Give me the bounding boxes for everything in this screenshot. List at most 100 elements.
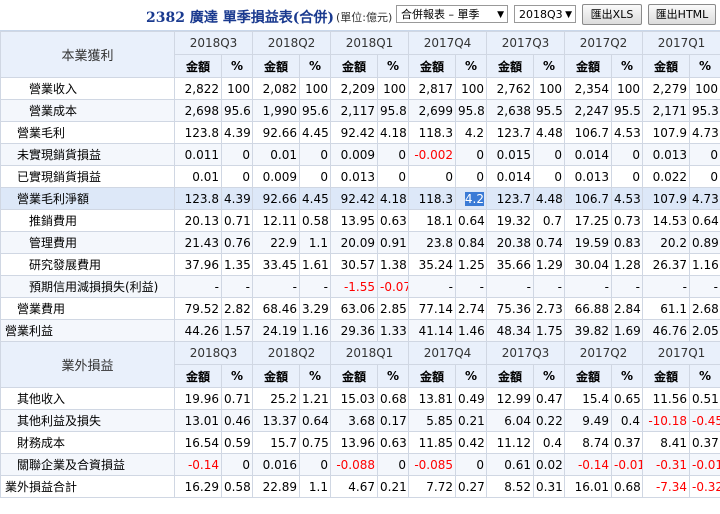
table-cell: 0.75: [299, 431, 331, 454]
cell-value: 2,171: [652, 103, 687, 118]
table-cell: 1.21: [299, 387, 331, 410]
cell-value: -0.45: [692, 413, 720, 428]
cell-value: 0.51: [692, 391, 719, 406]
table-cell: 19.32: [486, 209, 534, 232]
cell-value: 1.16: [692, 257, 719, 272]
cell-value: 92.42: [340, 191, 375, 206]
cell-value: 46.76: [652, 323, 687, 338]
export-html-button[interactable]: 匯出HTML: [648, 4, 716, 25]
period-header[interactable]: 2018Q1: [330, 341, 409, 365]
table-cell: 0.42: [455, 431, 487, 454]
table-cell: 63.06: [330, 297, 378, 320]
cell-value: 95.6: [302, 103, 329, 118]
period-header[interactable]: 2017Q2: [564, 31, 643, 55]
period-header[interactable]: 2017Q4: [408, 31, 487, 55]
cell-value: 4.18: [380, 191, 407, 206]
cell-value: -: [323, 279, 328, 294]
table-cell: 75.36: [486, 297, 534, 320]
period-header[interactable]: 2017Q3: [486, 31, 565, 55]
table-cell: 0.74: [533, 231, 565, 254]
table-cell: 4.48: [533, 121, 565, 144]
row-label: 營業利益: [0, 319, 175, 342]
table-cell: 1.46: [455, 319, 487, 342]
cell-value: 2,279: [652, 81, 687, 96]
table-row: 其他收入 19.96 0.71 25.2 1.21 15.03 0.68 13.81 0.49 1…: [0, 387, 720, 410]
section-title: 業外損益: [0, 341, 175, 388]
table-cell: 4.53: [611, 121, 643, 144]
cell-value: 8.52: [504, 479, 531, 494]
table-cell: 0.71: [221, 387, 253, 410]
table-cell: 61.1: [642, 297, 690, 320]
cell-value: -0.01: [614, 457, 643, 472]
table-cell: 100: [221, 77, 253, 100]
amount-header: 金額: [642, 364, 690, 388]
period-header[interactable]: 2018Q2: [252, 341, 331, 365]
period-header[interactable]: 2017Q1: [642, 341, 720, 365]
cell-value: -0.01: [692, 457, 720, 472]
amount-header: 金額: [564, 364, 612, 388]
table-cell: 123.7: [486, 121, 534, 144]
cell-value: 77.14: [418, 301, 453, 316]
table-cell: 0.64: [299, 409, 331, 432]
cell-value: 0.21: [458, 413, 485, 428]
table-cell: 1.28: [611, 253, 643, 276]
cell-value: 29.36: [340, 323, 375, 338]
cell-value: 0.71: [224, 391, 251, 406]
row-label: 已實現銷貨損益: [0, 165, 175, 188]
table-cell: 0.84: [455, 231, 487, 254]
table-cell: 0.63: [377, 431, 409, 454]
table-cell: -: [408, 275, 456, 298]
cell-value: 4.18: [380, 125, 407, 140]
row-label: 其他利益及損失: [0, 409, 175, 432]
period-header[interactable]: 2017Q4: [408, 341, 487, 365]
table-cell: -: [174, 275, 222, 298]
percent-header: %: [299, 364, 331, 388]
cell-value: 15.7: [270, 435, 297, 450]
table-cell: 68.46: [252, 297, 300, 320]
period-header[interactable]: 2018Q2: [252, 31, 331, 55]
table-cell: -: [455, 275, 487, 298]
amount-header: 金額: [330, 54, 378, 78]
cell-value: 19.96: [184, 391, 219, 406]
period-header[interactable]: 2018Q3: [174, 31, 253, 55]
period-header[interactable]: 2017Q2: [564, 341, 643, 365]
table-cell: 0.64: [455, 209, 487, 232]
table-row: 營業成本 2,698 95.6 1,990 95.6 2,117 95.8 2,699 95.8…: [0, 99, 720, 122]
table-cell: 4.18: [377, 187, 409, 210]
cell-value: 2.85: [380, 301, 407, 316]
export-xls-button[interactable]: 匯出XLS: [582, 4, 642, 25]
table-cell: 0.37: [689, 431, 720, 454]
table-cell: 0.46: [221, 409, 253, 432]
table-cell: 0: [455, 453, 487, 476]
table-cell: 20.2: [642, 231, 690, 254]
table-cell: 95.8: [377, 99, 409, 122]
cell-value: 0: [554, 169, 562, 184]
cell-value: 1.16: [302, 323, 329, 338]
period-header[interactable]: 2017Q3: [486, 341, 565, 365]
cell-value: 100: [617, 81, 640, 96]
table-cell: 2.84: [611, 297, 643, 320]
table-row: 營業收入 2,822 100 2,082 100 2,209 100 2,817 100 2,76…: [0, 77, 720, 100]
period-header[interactable]: 2018Q1: [330, 31, 409, 55]
table-cell: -0.14: [564, 453, 612, 476]
quarter-select[interactable]: 2018Q3 ▼: [514, 5, 576, 23]
row-label: 營業毛利: [0, 121, 175, 144]
row-label: 推銷費用: [0, 209, 175, 232]
table-row: 研究發展費用 37.96 1.35 33.45 1.61 30.57 1.38 35.24 1.…: [0, 253, 720, 276]
table-cell: 20.13: [174, 209, 222, 232]
cell-value: 14.53: [652, 213, 687, 228]
cell-value: 0: [632, 169, 640, 184]
cell-value: 0.21: [380, 479, 407, 494]
table-cell: 0.61: [486, 453, 534, 476]
cell-value: -0.31: [655, 457, 687, 472]
table-cell: 35.66: [486, 253, 534, 276]
table-cell: 0: [377, 143, 409, 166]
row-label: 其他收入: [0, 387, 175, 410]
report-type-select[interactable]: 合併報表 – 單季 ▼: [396, 5, 508, 23]
period-header[interactable]: 2017Q1: [642, 31, 720, 55]
period-header[interactable]: 2018Q3: [174, 341, 253, 365]
table-cell: 95.8: [455, 99, 487, 122]
cell-value: 3.68: [348, 413, 375, 428]
table-cell: 2,171: [642, 99, 690, 122]
table-cell: -7.34: [642, 475, 690, 498]
